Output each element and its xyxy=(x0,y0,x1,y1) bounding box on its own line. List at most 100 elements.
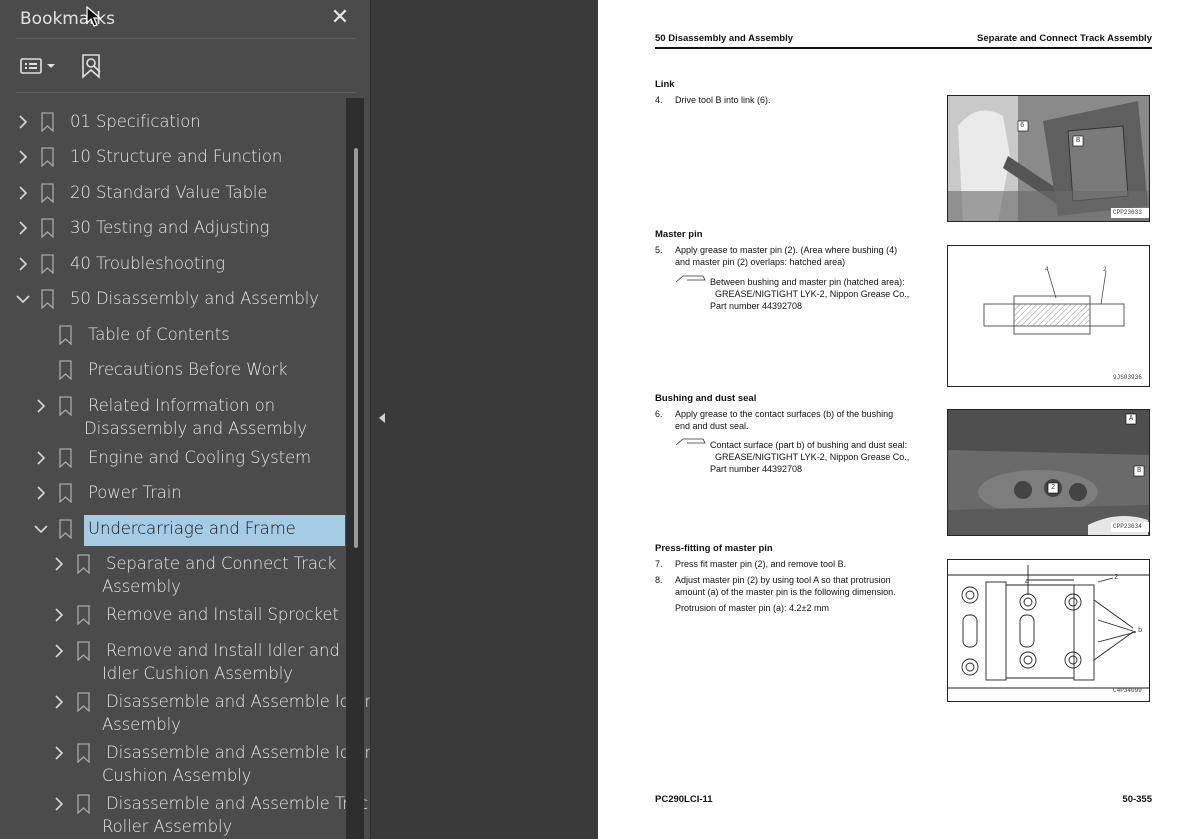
bookmark-label-line2: Assembly xyxy=(102,577,181,596)
bookmark-item[interactable]: Remove and Install Sprocket xyxy=(0,604,346,626)
chevron-right-icon[interactable] xyxy=(16,111,30,133)
callout-label: a xyxy=(1025,578,1030,586)
bookmark-item[interactable]: Related Information on Disassembly and A… xyxy=(0,395,346,439)
figure-id: C4P34099 xyxy=(1113,687,1142,694)
callout-label: 4 xyxy=(1045,266,1049,273)
chevron-right-icon[interactable] xyxy=(52,793,66,815)
bookmark-item[interactable]: 10 Structure and Function xyxy=(0,146,346,168)
page-footer-left: PC290LCI-11 xyxy=(655,794,713,805)
grease-gun-icon xyxy=(675,438,706,446)
section-heading: Master pin xyxy=(655,229,703,240)
note-text: Part number 44392708 xyxy=(710,301,803,311)
chevron-down-icon[interactable] xyxy=(16,288,30,310)
step-text: and master pin (2) overlaps: hatched are… xyxy=(675,257,846,267)
bookmark-icon xyxy=(40,217,54,239)
bookmark-item[interactable]: Power Train xyxy=(0,482,346,504)
chevron-right-icon[interactable] xyxy=(16,253,30,275)
step-text: Apply grease to master pin (2). (Area wh… xyxy=(675,245,898,255)
chevron-right-icon[interactable] xyxy=(52,640,66,662)
bookmark-item[interactable]: Precautions Before Work xyxy=(0,359,346,381)
header-divider xyxy=(16,38,356,39)
bookmark-item[interactable]: Disassemble and Assemble Track Roller As… xyxy=(0,793,370,837)
triangle-left-icon xyxy=(379,413,385,423)
photo-illustration xyxy=(948,96,1149,221)
collapse-panel-button[interactable] xyxy=(376,408,388,428)
step-number: 8. xyxy=(655,575,663,585)
bookmark-item-selected[interactable]: Undercarriage and Frame xyxy=(0,515,346,546)
bookmark-icon xyxy=(58,359,72,381)
bookmarks-panel: Bookmarks ✕ 01 Specification 10 Structur… xyxy=(0,0,371,839)
pdf-viewer: Bookmarks ✕ 01 Specification 10 Structur… xyxy=(0,0,1200,839)
chevron-right-icon[interactable] xyxy=(34,395,48,417)
bookmark-icon xyxy=(76,691,90,713)
document-page: 50 Disassembly and Assembly Separate and… xyxy=(598,0,1200,839)
step-text: Drive tool B into link (6). xyxy=(675,95,771,105)
mouse-cursor-icon xyxy=(86,6,102,27)
chevron-right-icon[interactable] xyxy=(34,482,48,504)
section-heading: Link xyxy=(655,79,675,90)
bookmark-icon xyxy=(76,553,90,575)
section-heading: Press-fitting of master pin xyxy=(655,543,773,554)
bookmarks-header: Bookmarks ✕ xyxy=(0,0,370,38)
bookmark-label: Separate and Connect Track xyxy=(106,554,337,573)
bookmark-label-line2: Idler Cushion Assembly xyxy=(102,664,293,683)
bookmark-item[interactable]: 01 Specification xyxy=(0,111,346,133)
page-header-right: Separate and Connect Track Assembly xyxy=(977,33,1152,44)
bookmark-icon xyxy=(58,447,72,469)
chevron-right-icon[interactable] xyxy=(16,182,30,204)
close-icon[interactable]: ✕ xyxy=(328,5,352,29)
bookmark-label: Disassemble and Assemble Idler xyxy=(106,692,371,711)
bookmark-item[interactable]: 50 Disassembly and Assembly xyxy=(0,288,346,310)
chevron-down-icon[interactable] xyxy=(34,518,48,540)
page-scrollbar[interactable] xyxy=(1188,0,1200,839)
note-text: GREASE/NIGTIGHT LYK-2, Nippon Grease Co.… xyxy=(715,452,910,462)
bookmark-label: 10 Structure and Function xyxy=(70,147,283,166)
step-text: Apply grease to the contact surfaces (b)… xyxy=(675,409,894,419)
chevron-right-icon[interactable] xyxy=(52,604,66,626)
note-text: Contact surface (part b) of bushing and … xyxy=(710,440,908,450)
chevron-right-icon[interactable] xyxy=(34,447,48,469)
callout-label: 2 xyxy=(1051,484,1056,492)
note-text: Between bushing and master pin (hatched … xyxy=(710,277,905,287)
bookmark-label: 20 Standard Value Table xyxy=(70,183,268,202)
find-bookmark-button[interactable] xyxy=(80,46,108,86)
bookmark-label: Disassemble and Assemble Idler xyxy=(106,743,371,762)
page-header-left: 50 Disassembly and Assembly xyxy=(655,33,793,44)
bookmark-item[interactable]: 40 Troubleshooting xyxy=(0,253,346,275)
bookmark-icon xyxy=(76,742,90,764)
bookmark-item[interactable]: Table of Contents xyxy=(0,324,346,346)
bookmark-item[interactable]: Engine and Cooling System xyxy=(0,447,346,469)
bookmark-item[interactable]: Separate and Connect Track Assembly xyxy=(0,553,346,597)
bookmark-item[interactable]: 30 Testing and Adjusting xyxy=(0,217,346,239)
chevron-down-icon xyxy=(47,64,55,68)
step-text: Adjust master pin (2) by using tool A so… xyxy=(675,575,891,585)
chevron-right-icon[interactable] xyxy=(52,742,66,764)
bookmarks-scroll-thumb[interactable] xyxy=(354,148,358,548)
bookmark-label: Power Train xyxy=(88,483,182,502)
photo-illustration xyxy=(948,410,1149,535)
step-number: 6. xyxy=(655,409,663,419)
bookmark-tree: 01 Specification 10 Structure and Functi… xyxy=(0,98,370,839)
chevron-right-icon[interactable] xyxy=(16,146,30,168)
step-number: 4. xyxy=(655,95,663,105)
bookmark-icon xyxy=(40,111,54,133)
callout-label: A xyxy=(1129,415,1134,423)
bookmark-item[interactable]: Disassemble and Assemble Idler Assembly xyxy=(0,691,370,735)
options-menu-button[interactable] xyxy=(20,46,60,86)
bookmark-label: Engine and Cooling System xyxy=(88,448,312,467)
bookmark-label: Undercarriage and Frame xyxy=(88,519,296,538)
chevron-right-icon[interactable] xyxy=(16,217,30,239)
bookmark-icon xyxy=(40,253,54,275)
bookmark-label: Remove and Install Idler and xyxy=(106,641,340,660)
step-number: 5. xyxy=(655,245,663,255)
bookmark-label-line2: Cushion Assembly xyxy=(102,766,252,785)
bookmark-item[interactable]: Remove and Install Idler and Idler Cushi… xyxy=(0,640,346,684)
chevron-right-icon[interactable] xyxy=(52,691,66,713)
chevron-right-icon[interactable] xyxy=(52,553,66,575)
grease-gun-icon xyxy=(675,275,706,283)
bookmark-label: 40 Troubleshooting xyxy=(70,254,225,273)
bookmark-icon xyxy=(58,518,72,540)
bookmark-item[interactable]: Disassemble and Assemble Idler Cushion A… xyxy=(0,742,370,786)
bookmark-item[interactable]: 20 Standard Value Table xyxy=(0,182,346,204)
figure-press-fit-diagram: a 2 b C4P34099 xyxy=(947,559,1150,702)
